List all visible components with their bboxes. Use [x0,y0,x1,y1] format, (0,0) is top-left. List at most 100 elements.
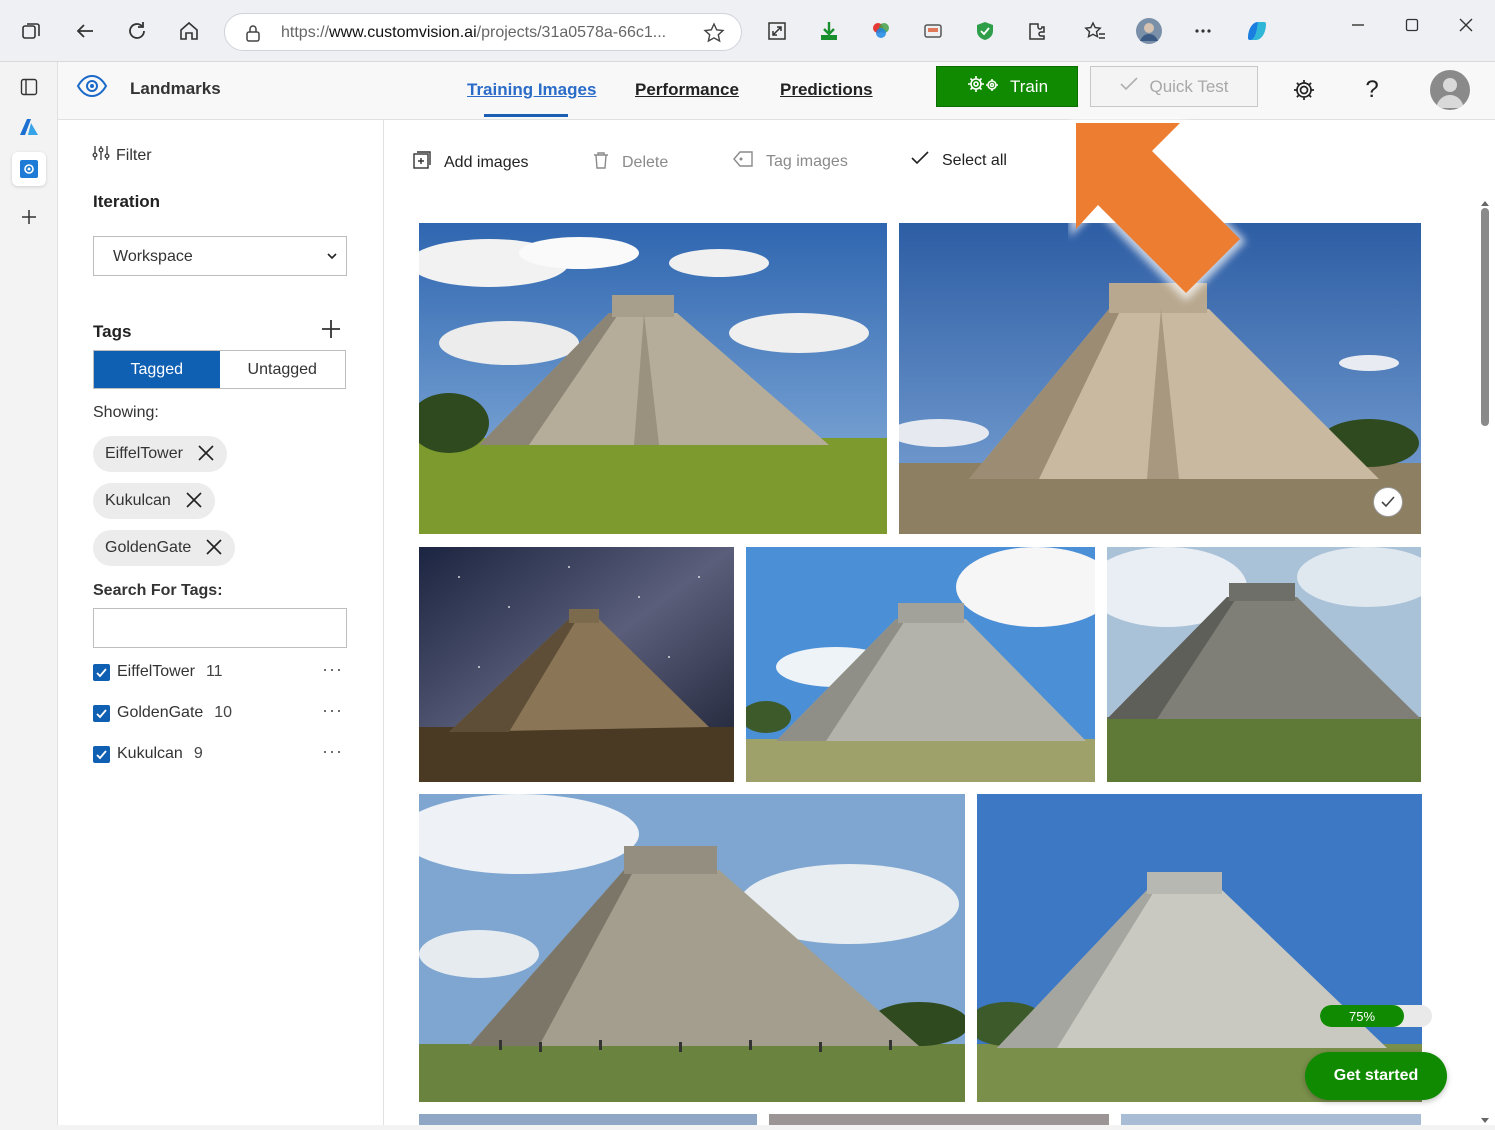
browser-toolbar: https://www.customvision.ai/projects/31a… [0,0,1495,62]
eye-logo-icon[interactable] [76,74,108,103]
remove-chip-icon[interactable] [185,491,203,512]
chip-label: Kukulcan [105,492,171,509]
delete-button[interactable]: Delete [592,150,668,175]
add-images-button[interactable]: Add images [412,150,529,175]
favorites-icon[interactable] [1078,14,1112,48]
tab-predictions[interactable]: Predictions [780,80,873,100]
training-image-thumbnail[interactable] [419,794,965,1102]
remove-chip-icon[interactable] [197,444,215,465]
tab-training-images[interactable]: Training Images [467,80,596,100]
browser-sidebar [0,62,58,1125]
maximize-icon[interactable] [1404,16,1420,39]
training-image-thumbnail[interactable] [419,223,887,534]
tag-list-item: EiffelTower 11 ··· [93,659,347,683]
chip-label: EiffelTower [105,445,183,462]
untagged-button[interactable]: Untagged [220,351,346,388]
settings-gear-icon[interactable] [1289,75,1319,105]
color-picker-icon[interactable] [864,14,898,48]
address-bar[interactable]: https://www.customvision.ai/projects/31a… [224,13,742,51]
tagged-filter-toggle: Tagged Untagged [93,350,346,389]
home-icon[interactable] [172,14,206,48]
azure-icon[interactable] [12,110,46,144]
custom-vision-icon[interactable] [12,152,46,186]
tag-name: EiffelTower [117,663,195,680]
tag-icon [732,150,754,173]
iteration-value: Workspace [113,248,193,265]
train-label: Train [1009,76,1049,96]
tag-chip: GoldenGate [93,530,236,566]
scroll-thumb[interactable] [1481,208,1489,426]
training-image-thumbnail[interactable] [1107,547,1421,782]
immersive-reader-icon[interactable] [760,14,794,48]
extensions-icon[interactable] [1020,14,1054,48]
screen-cast-icon[interactable] [916,14,950,48]
training-image-thumbnail[interactable] [746,547,1095,782]
add-image-icon [412,150,432,175]
search-tags-label: Search For Tags: [93,582,223,599]
scrollbar[interactable] [1478,194,1492,1125]
vertical-tabs-icon[interactable] [12,70,46,104]
avatar[interactable] [1430,70,1470,110]
tag-chip: EiffelTower [93,436,227,472]
tagged-button[interactable]: Tagged [94,351,220,388]
active-tab-indicator [484,114,568,117]
refresh-icon[interactable] [120,14,154,48]
tag-checkbox[interactable] [93,745,110,763]
scroll-down-icon[interactable] [1480,1112,1490,1130]
tag-list-item: Kukulcan 9 ··· [93,741,347,765]
add-tag-icon[interactable] [320,318,342,343]
tag-images-button[interactable]: Tag images [732,150,848,173]
lock-icon[interactable] [245,24,261,47]
tag-checkbox[interactable] [93,704,110,722]
tag-checkbox[interactable] [93,663,110,681]
select-all-button[interactable]: Select all [910,150,1007,171]
custom-vision-app: Landmarks Training Images Performance Pr… [58,62,1495,1125]
training-image-thumbnail[interactable] [769,1114,1109,1125]
shield-icon[interactable] [968,14,1002,48]
tab-performance[interactable]: Performance [635,80,739,100]
filter-label: Filter [116,146,152,164]
training-image-thumbnail[interactable] [419,1114,757,1125]
tag-chip: Kukulcan [93,483,215,519]
training-image-thumbnail[interactable] [899,223,1421,534]
showing-label: Showing: [93,404,159,421]
remove-chip-icon[interactable] [205,538,223,559]
project-title: Landmarks [130,79,221,98]
help-icon[interactable]: ? [1357,75,1387,105]
favorite-star-icon[interactable] [703,22,725,49]
tags-heading: Tags [93,322,132,341]
training-image-thumbnail[interactable] [419,547,734,782]
tag-images-label: Tag images [766,152,848,170]
quick-test-label: Quick Test [1149,76,1229,96]
get-started-button[interactable]: Get started [1305,1052,1447,1100]
search-tags-input[interactable] [93,608,347,648]
filter-sliders-icon [92,144,110,167]
delete-label: Delete [622,153,669,171]
training-image-thumbnail[interactable] [1121,1114,1421,1125]
onboarding-progress: 75% [1320,1005,1432,1027]
profile-icon[interactable] [1132,14,1166,48]
filter-sidebar: Filter Iteration Workspace Tags Tagged U… [58,120,384,1125]
add-images-label: Add images [444,153,529,171]
filter-toggle[interactable]: Filter [92,144,152,167]
train-button[interactable]: Train [936,66,1078,107]
close-icon[interactable] [1458,16,1474,39]
copilot-icon[interactable] [1240,14,1274,48]
add-icon[interactable] [12,200,46,234]
more-options-icon[interactable]: ··· [322,700,343,721]
check-icon [910,150,930,171]
download-extension-icon[interactable] [812,14,846,48]
tab-actions-icon[interactable] [14,14,48,48]
tag-count: 10 [214,704,233,721]
minimize-icon[interactable] [1350,16,1366,39]
more-options-icon[interactable]: ··· [322,741,343,762]
selected-check-icon[interactable] [1373,487,1403,517]
quick-test-button[interactable]: Quick Test [1090,66,1258,107]
more-options-icon[interactable] [1186,14,1220,48]
gears-icon [966,74,1000,99]
url-scheme: https:// [281,24,330,41]
iteration-select[interactable]: Workspace [93,236,347,276]
tag-count: 11 [205,663,223,680]
more-options-icon[interactable]: ··· [322,659,343,680]
back-icon[interactable] [68,14,102,48]
